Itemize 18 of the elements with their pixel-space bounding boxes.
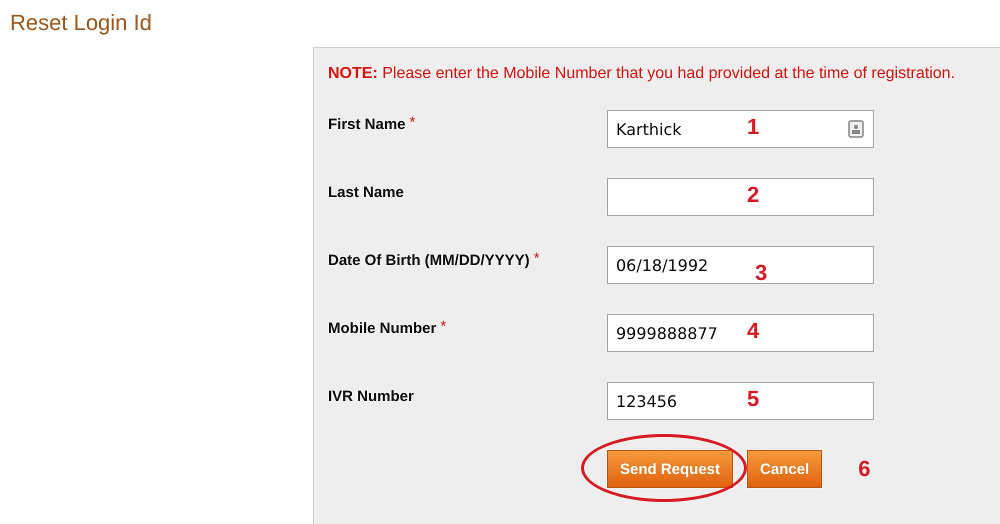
input-field[interactable] — [607, 178, 874, 216]
field-label: First Name — [328, 115, 406, 133]
required-mark: * — [440, 317, 446, 335]
field-label: Mobile Number — [328, 319, 436, 337]
note-text: NOTE: Please enter the Mobile Number that you had provided at the time of registration. — [328, 65, 956, 83]
annotation-number: 1 — [747, 114, 760, 140]
required-mark: * — [534, 249, 540, 267]
annotation-number: 2 — [747, 182, 760, 208]
annotation-number: 4 — [747, 318, 760, 344]
page-title: Reset Login Id — [9, 9, 153, 37]
annotation-number: 6 — [858, 456, 870, 482]
field-label: IVR Number — [328, 387, 414, 405]
contact-card-icon[interactable] — [848, 120, 864, 138]
annotation-number: 3 — [755, 260, 768, 286]
annotation-number: 5 — [747, 386, 760, 412]
required-mark: * — [410, 113, 416, 131]
field-label: Date Of Birth (MM/DD/YYYY) — [328, 251, 530, 269]
field-label: Last Name — [328, 183, 404, 201]
